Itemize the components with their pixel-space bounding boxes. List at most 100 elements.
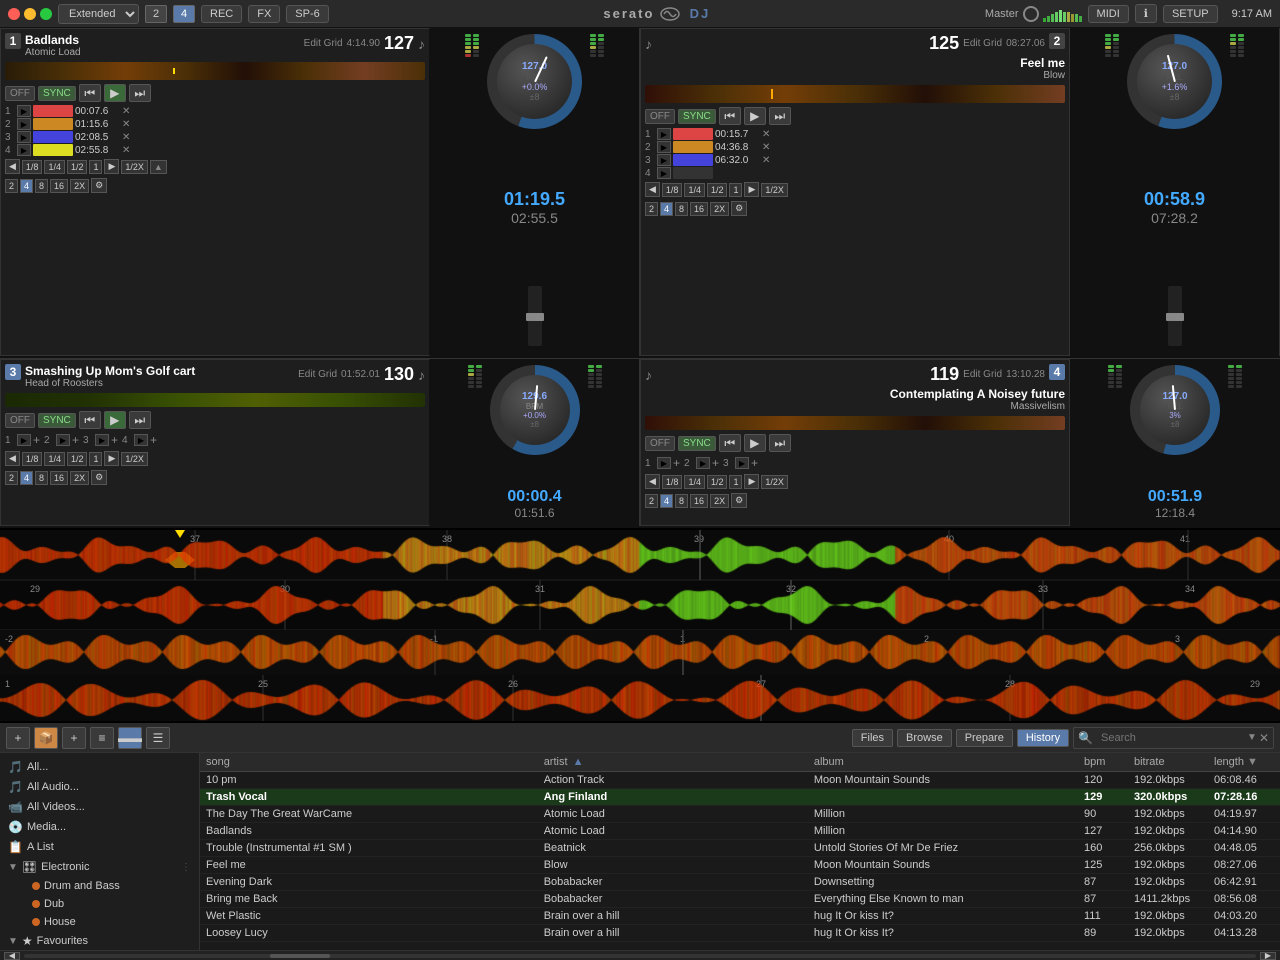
deck3-cue1-add[interactable]: +: [33, 433, 40, 447]
deck2-cue1-del[interactable]: ✕: [762, 129, 776, 140]
deck4-beat-2[interactable]: 2: [645, 494, 658, 508]
deck2-cue2-play[interactable]: ▶: [657, 141, 671, 153]
deck3-beat-1[interactable]: 1: [89, 452, 102, 466]
deck4-gear-icon[interactable]: ⚙: [731, 493, 747, 508]
sidebar-item-a-list[interactable]: 📋 A List: [0, 837, 199, 857]
deck3-beat-1-8[interactable]: 1/8: [22, 452, 43, 466]
deck2-beat-next[interactable]: ▶: [744, 182, 759, 197]
sidebar-item-favourites[interactable]: ▼ ★ Favourites: [0, 931, 199, 950]
deck2-off-btn[interactable]: OFF: [645, 109, 675, 124]
deck3-beat-2[interactable]: 2: [5, 471, 18, 485]
deck2-beat-1[interactable]: 1: [729, 183, 742, 197]
deck4-cue3-play[interactable]: ▶: [735, 457, 749, 469]
deck3-beat-next[interactable]: ▶: [104, 451, 119, 466]
deck2-cue3-play[interactable]: ▶: [657, 154, 671, 166]
deck1-beat-prev[interactable]: ◀: [5, 159, 20, 174]
setup-button[interactable]: SETUP: [1163, 5, 1218, 23]
deck1-sync-btn[interactable]: SYNC: [38, 86, 76, 101]
deck3-next-btn[interactable]: ⏭: [129, 411, 151, 429]
add-folder-button[interactable]: +: [6, 727, 30, 749]
master-knob[interactable]: [1023, 6, 1039, 22]
deck3-sync-btn[interactable]: SYNC: [38, 413, 76, 428]
deck2-cue3-del[interactable]: ✕: [762, 155, 776, 166]
col-header-album[interactable]: album: [814, 756, 1084, 768]
deck2-beat-16[interactable]: 16: [690, 202, 708, 216]
deck3-off-btn[interactable]: OFF: [5, 413, 35, 428]
midi-button[interactable]: MIDI: [1088, 5, 1129, 23]
grid-view-btn[interactable]: ▬▬: [118, 727, 142, 749]
deck2-cue1-play[interactable]: ▶: [657, 128, 671, 140]
deck2-beat-1-2x[interactable]: 1/2X: [761, 183, 788, 197]
deck1-beat-4[interactable]: 4: [20, 179, 33, 193]
deck2-next-btn[interactable]: ⏭: [769, 107, 791, 125]
deck3-cue3-add[interactable]: +: [111, 433, 118, 447]
search-input[interactable]: [1095, 730, 1245, 746]
deck4-beat-1-8[interactable]: 1/8: [662, 475, 683, 489]
deck1-beat-1-2b[interactable]: ▲: [150, 160, 167, 174]
crate-btn[interactable]: 📦: [34, 727, 58, 749]
close-btn[interactable]: [8, 8, 20, 20]
deck3-prev-btn[interactable]: ⏮: [79, 411, 101, 429]
deck3-cue2-play[interactable]: ▶: [56, 434, 70, 446]
deck4-cue2-add[interactable]: +: [712, 456, 719, 470]
bpm-knob-4[interactable]: 127.0 REL 3% ±8: [1130, 365, 1220, 455]
deck1-cue3-del[interactable]: ✕: [122, 132, 136, 143]
deck4-beat-16[interactable]: 16: [690, 494, 708, 508]
deck1-cue2-del[interactable]: ✕: [122, 119, 136, 130]
deck3-beat-1-4[interactable]: 1/4: [44, 452, 65, 466]
maximize-btn[interactable]: [40, 8, 52, 20]
deck1-cue1-play[interactable]: ▶: [17, 105, 31, 117]
deck3-beat-1-2x[interactable]: 1/2X: [121, 452, 148, 466]
deck1-cue1-del[interactable]: ✕: [122, 106, 136, 117]
deck3-play-btn[interactable]: ▶: [104, 411, 126, 429]
deck4-prev-btn[interactable]: ⏮: [719, 434, 741, 452]
deck3-beat-8[interactable]: 8: [35, 471, 48, 485]
table-row[interactable]: Trash Vocal Ang Finland 129 320.0kbps 07…: [200, 789, 1280, 806]
bpm-knob-3[interactable]: 129.6 BPM +0.0% ±8: [490, 365, 580, 455]
sidebar-item-all-audio[interactable]: 🎵 All Audio...: [0, 777, 199, 797]
deck2-sync-btn[interactable]: SYNC: [678, 109, 716, 124]
deck-2-btn[interactable]: 2: [145, 5, 167, 23]
table-row[interactable]: Evening Dark Bobabacker Downsetting 87 1…: [200, 874, 1280, 891]
deck3-beat-16[interactable]: 16: [50, 471, 68, 485]
deck4-next-btn[interactable]: ⏭: [769, 434, 791, 452]
deck-4-btn[interactable]: 4: [173, 5, 195, 23]
table-row[interactable]: Badlands Atomic Load Million 127 192.0kb…: [200, 823, 1280, 840]
deck3-beat-prev[interactable]: ◀: [5, 451, 20, 466]
sidebar-item-drum-bass[interactable]: Drum and Bass: [0, 877, 199, 895]
sidebar-item-media[interactable]: 💿 Media...: [0, 817, 199, 837]
scrollbar-thumb[interactable]: [270, 954, 330, 958]
deck1-prev-btn[interactable]: ⏮: [79, 84, 101, 102]
deck3-cue3-play[interactable]: ▶: [95, 434, 109, 446]
deck1-beat-1-2[interactable]: 1/2: [67, 160, 88, 174]
deck1-beat-1-4[interactable]: 1/4: [44, 160, 65, 174]
search-dropdown-icon[interactable]: ▼: [1247, 732, 1257, 743]
table-row[interactable]: Trouble (Instrumental #1 SM ) Beatnick U…: [200, 840, 1280, 857]
col-header-song[interactable]: song: [206, 756, 544, 768]
deck4-cue1-play[interactable]: ▶: [657, 457, 671, 469]
deck3-cue2-add[interactable]: +: [72, 433, 79, 447]
bpm-knob-2[interactable]: 127.0 REL +1.6% ±8: [1127, 34, 1222, 129]
deck4-beat-2x[interactable]: 2X: [710, 494, 729, 508]
col-header-artist[interactable]: artist ▲: [544, 756, 814, 768]
deck4-beat-prev[interactable]: ◀: [645, 474, 660, 489]
deck1-beat-1-2x[interactable]: 1/2X: [121, 160, 148, 174]
deck4-cue3-add[interactable]: +: [751, 456, 758, 470]
add-list-button[interactable]: +: [62, 727, 86, 749]
deck1-off-btn[interactable]: OFF: [5, 86, 35, 101]
deck1-beat-next[interactable]: ▶: [104, 159, 119, 174]
deck1-cue4-play[interactable]: ▶: [17, 144, 31, 156]
search-clear-icon[interactable]: ✕: [1259, 731, 1269, 745]
deck2-beat-1-8[interactable]: 1/8: [662, 183, 683, 197]
deck2-cue2-del[interactable]: ✕: [762, 142, 776, 153]
browse-button[interactable]: Browse: [897, 729, 952, 747]
scroll-left-btn[interactable]: ◀: [4, 952, 20, 960]
history-button[interactable]: History: [1017, 729, 1069, 747]
deck4-off-btn[interactable]: OFF: [645, 436, 675, 451]
deck4-beat-next[interactable]: ▶: [744, 474, 759, 489]
deck4-sync-btn[interactable]: SYNC: [678, 436, 716, 451]
detail-view-btn[interactable]: ☰: [146, 727, 170, 749]
deck4-beat-1-2x[interactable]: 1/2X: [761, 475, 788, 489]
minimize-btn[interactable]: [24, 8, 36, 20]
col-header-bitrate[interactable]: bitrate: [1134, 756, 1214, 768]
